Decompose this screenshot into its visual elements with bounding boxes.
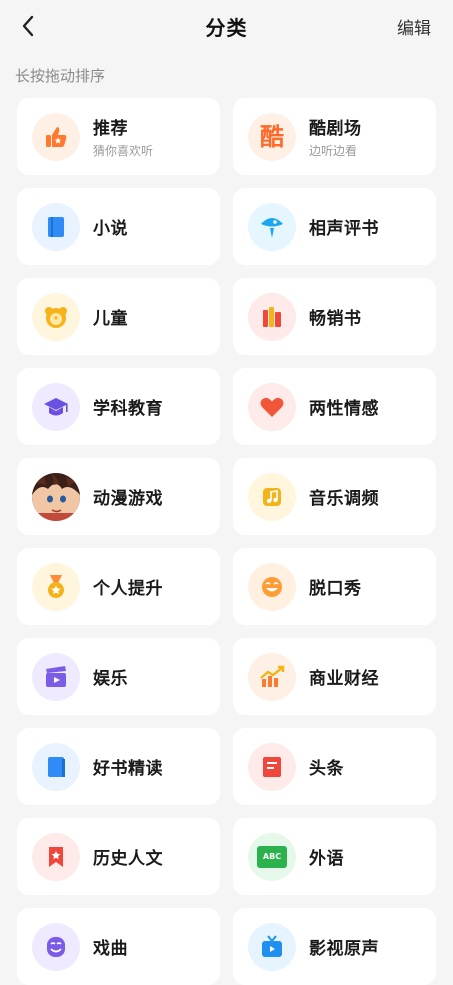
category-subtitle: 边听边看 xyxy=(309,144,358,158)
category-title: 历史人文 xyxy=(93,849,163,869)
category-label-group: 戏曲 xyxy=(93,934,128,959)
category-label-group: 商业财经 xyxy=(309,664,379,689)
page-title: 分类 xyxy=(205,16,248,40)
music-note-icon xyxy=(248,472,296,521)
category-grid: 推荐猜你喜欢听 酷酷剧场边听边看小说 相声评书儿童 畅销书学科教育 两性情感动漫游戏 音乐… xyxy=(17,98,437,985)
laughing-face-icon xyxy=(248,562,296,611)
category-title: 小说 xyxy=(93,219,128,239)
category-label-group: 个人提升 xyxy=(93,574,163,599)
category-label-group: 音乐调频 xyxy=(309,484,379,509)
graduation-cap-icon xyxy=(32,382,80,431)
category-card[interactable]: 商业财经 xyxy=(233,638,436,715)
category-title: 儿童 xyxy=(93,309,128,329)
category-title: 酷剧场 xyxy=(309,119,362,139)
category-card[interactable]: 两性情感 xyxy=(233,368,436,445)
theater-icon: 酷 xyxy=(248,112,296,161)
category-label-group: 脱口秀 xyxy=(309,574,362,599)
category-label-group: 头条 xyxy=(309,754,344,779)
bookmark-star-icon xyxy=(32,832,80,881)
category-card[interactable]: 儿童 xyxy=(17,278,220,355)
category-card[interactable]: 头条 xyxy=(233,728,436,805)
category-label-group: 外语 xyxy=(309,844,344,869)
category-title: 动漫游戏 xyxy=(93,489,163,509)
category-card[interactable]: 动漫游戏 xyxy=(17,458,220,535)
tv-icon xyxy=(248,922,296,971)
category-label-group: 好书精读 xyxy=(93,754,163,779)
category-title: 学科教育 xyxy=(93,399,163,419)
category-title: 音乐调频 xyxy=(309,489,379,509)
fan-icon xyxy=(248,202,296,251)
category-card[interactable]: 相声评书 xyxy=(233,188,436,265)
category-label-group: 儿童 xyxy=(93,304,128,329)
category-card[interactable]: 脱口秀 xyxy=(233,548,436,625)
category-card[interactable]: 音乐调频 xyxy=(233,458,436,535)
edit-button[interactable]: 编辑 xyxy=(397,14,431,39)
category-label-group: 酷剧场 边听边看 xyxy=(309,114,362,159)
category-label-group: 两性情感 xyxy=(309,394,379,419)
thumbs-up-icon xyxy=(32,112,80,161)
category-title: 推荐 xyxy=(93,119,128,139)
category-label-group: 小说 xyxy=(93,214,128,239)
anime-character-avatar-icon xyxy=(32,472,80,521)
category-title: 头条 xyxy=(309,759,344,779)
heart-icon xyxy=(248,382,296,431)
category-title: 相声评书 xyxy=(309,219,379,239)
category-label-group: 畅销书 xyxy=(309,304,362,329)
category-card[interactable]: 畅销书 xyxy=(233,278,436,355)
category-card[interactable]: ABC 外语 xyxy=(233,818,436,895)
category-label-group: 学科教育 xyxy=(93,394,163,419)
category-title: 影视原声 xyxy=(309,939,379,959)
category-card[interactable]: 影视原声 xyxy=(233,908,436,985)
category-card[interactable]: 戏曲 xyxy=(17,908,220,985)
category-card[interactable]: 小说 xyxy=(17,188,220,265)
sort-hint: 长按拖动排序 xyxy=(15,67,106,85)
category-label-group: 动漫游戏 xyxy=(93,484,163,509)
book-icon xyxy=(32,202,80,251)
newspaper-icon xyxy=(248,742,296,791)
category-title: 个人提升 xyxy=(93,579,163,599)
category-title: 外语 xyxy=(309,849,344,869)
category-card[interactable]: 历史人文 xyxy=(17,818,220,895)
category-title: 娱乐 xyxy=(93,669,128,689)
category-label-group: 相声评书 xyxy=(309,214,379,239)
top-bar: 分类 编辑 xyxy=(0,0,453,52)
trend-chart-icon xyxy=(248,652,296,701)
category-title: 好书精读 xyxy=(93,759,163,779)
category-card[interactable]: 娱乐 xyxy=(17,638,220,715)
category-label-group: 历史人文 xyxy=(93,844,163,869)
medal-icon xyxy=(32,562,80,611)
category-label-group: 推荐 猜你喜欢听 xyxy=(93,114,153,159)
bookshelf-icon xyxy=(248,292,296,341)
category-card[interactable]: 学科教育 xyxy=(17,368,220,445)
category-title: 脱口秀 xyxy=(309,579,362,599)
category-card[interactable]: 酷酷剧场边听边看 xyxy=(233,98,436,175)
category-title: 畅销书 xyxy=(309,309,362,329)
category-title: 戏曲 xyxy=(93,939,128,959)
category-card[interactable]: 推荐 猜你喜欢听 xyxy=(17,98,220,175)
category-title: 两性情感 xyxy=(309,399,379,419)
abc-board-icon: ABC xyxy=(248,832,296,881)
category-card[interactable]: 个人提升 xyxy=(17,548,220,625)
category-subtitle: 猜你喜欢听 xyxy=(93,144,154,158)
category-card[interactable]: 好书精读 xyxy=(17,728,220,805)
opera-mask-icon xyxy=(32,922,80,971)
category-label-group: 娱乐 xyxy=(93,664,128,689)
blue-book-icon xyxy=(32,742,80,791)
category-title: 商业财经 xyxy=(309,669,379,689)
bear-icon xyxy=(32,292,80,341)
clapperboard-icon xyxy=(32,652,80,701)
category-label-group: 影视原声 xyxy=(309,934,379,959)
